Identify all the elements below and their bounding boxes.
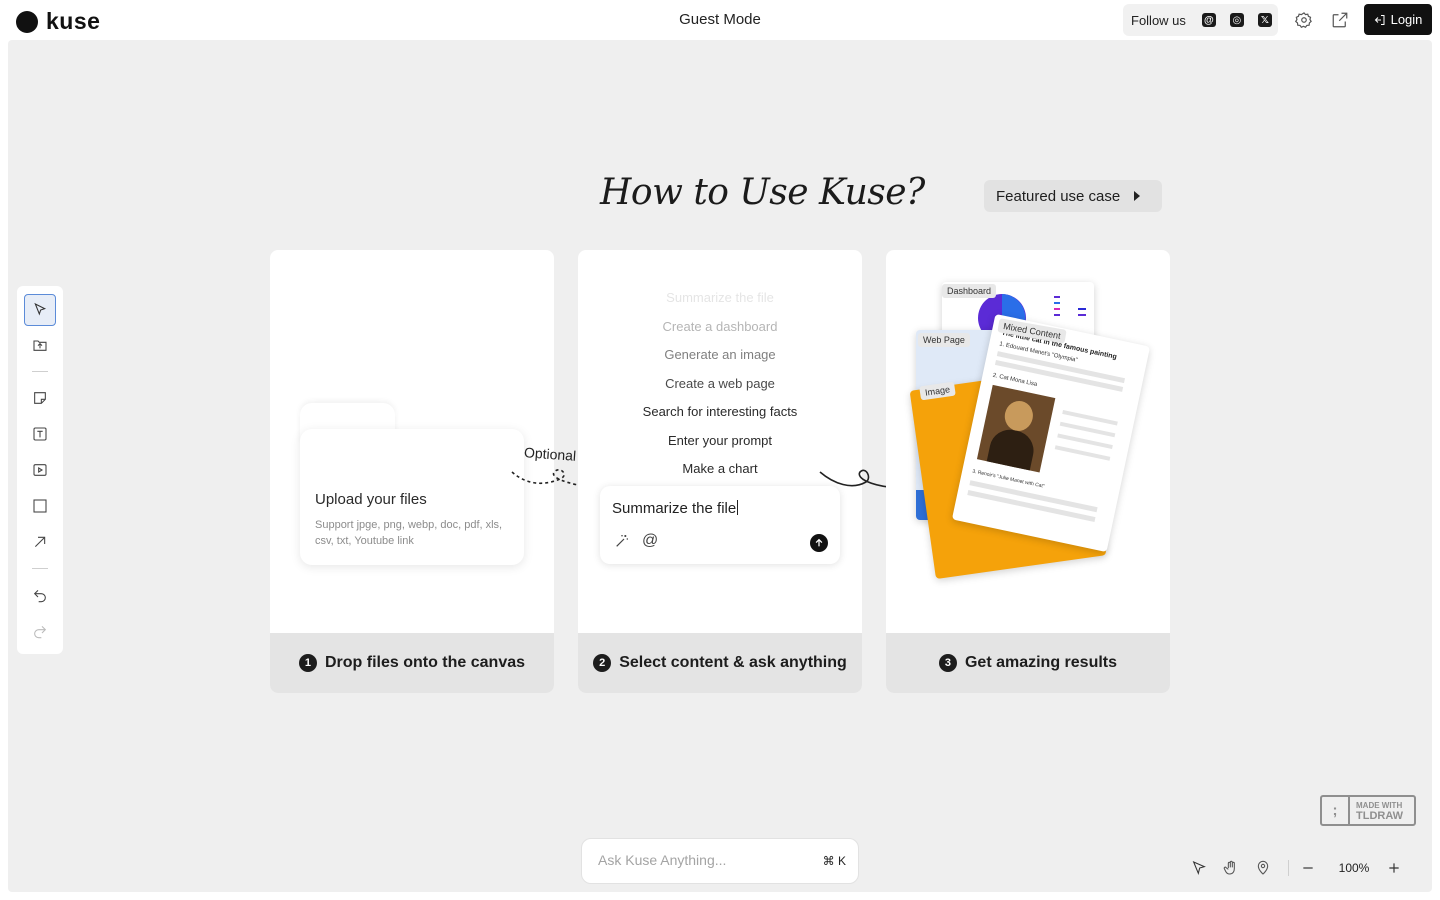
rectangle-icon — [33, 499, 47, 513]
tldraw-name: TLDRAW — [1356, 809, 1404, 822]
step-title: Get amazing results — [964, 654, 1118, 671]
diagonal-arrow-icon — [34, 536, 46, 548]
zoom-level[interactable]: 100% — [1327, 861, 1381, 875]
ask-kuse-input[interactable]: Ask Kuse Anything... ⌘ K — [581, 838, 859, 884]
follow-us-label: Follow us — [1131, 12, 1186, 28]
canvas-controls: 100% — [1186, 856, 1414, 880]
page-title: How to Use Kuse? — [600, 172, 925, 213]
upload-tool-button[interactable] — [24, 329, 56, 361]
settings-gear-icon[interactable] — [1294, 10, 1314, 30]
play-triangle-icon — [1134, 191, 1141, 201]
pointer-mode-button[interactable] — [1186, 857, 1212, 879]
minus-icon — [1303, 867, 1313, 869]
login-icon — [1374, 14, 1385, 25]
video-tool-button[interactable] — [24, 454, 56, 486]
doc-line — [1054, 445, 1111, 461]
kuse-logo[interactable]: kuse — [16, 8, 100, 35]
mona-lisa-cat-image — [976, 384, 1056, 473]
upload-title: Upload your files — [315, 491, 427, 508]
cursor-arrow-icon — [34, 302, 47, 316]
zoom-in-button[interactable] — [1381, 857, 1407, 879]
ask-kuse-placeholder: Ask Kuse Anything... — [598, 852, 727, 868]
follow-us-group: Follow us @ ◎ 𝕏 — [1123, 4, 1278, 36]
step-card-results: Dashboard Web Page Image The little cat … — [886, 250, 1170, 693]
magic-wand-icon[interactable] — [614, 533, 630, 549]
prompt-input-text: Summarize the file — [612, 500, 737, 517]
hand-mode-button[interactable] — [1218, 857, 1244, 879]
step-footer: 2 Select content & ask anything — [578, 633, 862, 693]
text-caret — [737, 500, 739, 515]
play-video-icon — [33, 464, 47, 476]
brand-name: kuse — [46, 8, 101, 34]
prompt-input-box[interactable]: Summarize the file @ — [600, 486, 840, 564]
pointer-icon — [1192, 860, 1206, 876]
results-collage: Dashboard Web Page Image The little cat … — [909, 278, 1152, 580]
upload-subtitle: Support jpge, png, webp, doc, pdf, xls, … — [315, 519, 503, 547]
send-arrow-icon[interactable] — [810, 534, 828, 552]
prompt-item[interactable]: Enter your prompt — [578, 427, 862, 456]
featured-use-case-button[interactable]: Featured use case — [984, 180, 1162, 212]
redo-button[interactable] — [24, 615, 56, 647]
dashboard-label: Dashboard — [942, 284, 997, 298]
step-number: 1 — [298, 654, 317, 672]
step-footer: 3 Get amazing results — [886, 633, 1170, 693]
x-icon[interactable]: 𝕏 — [1257, 13, 1272, 27]
undo-icon — [33, 589, 46, 603]
tldraw-logo-icon: ; — [1322, 797, 1350, 824]
top-bar: kuse Guest Mode Follow us @ ◎ 𝕏 Login — [0, 0, 1440, 40]
login-label: Login — [1390, 12, 1423, 27]
mention-at-icon[interactable]: @ — [642, 532, 658, 550]
login-button[interactable]: Login — [1364, 4, 1432, 35]
made-with-tldraw-badge[interactable]: ; MADE WITH TLDRAW — [1320, 795, 1416, 826]
upload-folder[interactable]: Upload your files Support jpge, png, web… — [300, 403, 524, 565]
featured-use-case-label: Featured use case — [996, 187, 1121, 205]
text-tool-button[interactable] — [24, 418, 56, 450]
rectangle-tool-button[interactable] — [24, 490, 56, 522]
prompt-item[interactable]: Create a web page — [578, 370, 862, 399]
map-pin-icon — [1257, 860, 1269, 875]
guest-mode-label: Guest Mode — [679, 11, 761, 28]
minimap-button[interactable] — [1250, 857, 1276, 879]
note-tool-button[interactable] — [24, 382, 56, 414]
sticky-note-icon — [34, 392, 46, 404]
tldraw-made-with: MADE WITH — [1356, 800, 1403, 810]
plus-icon — [1389, 863, 1399, 873]
upload-folder-icon — [33, 340, 47, 351]
prompt-item[interactable]: Search for interesting facts — [578, 398, 862, 427]
toolbar-divider — [32, 371, 48, 372]
webpage-label: Web Page — [918, 333, 970, 347]
threads-icon[interactable]: @ — [1201, 13, 1216, 27]
toolbar-divider — [32, 568, 48, 569]
arrow-tool-button[interactable] — [24, 526, 56, 558]
undo-button[interactable] — [24, 579, 56, 611]
share-external-icon[interactable] — [1330, 10, 1350, 30]
controls-divider — [1288, 860, 1289, 876]
prompt-item[interactable]: Create a dashboard — [578, 313, 862, 342]
logo-mark-icon — [16, 10, 38, 33]
step-title: Select content & ask anything — [619, 654, 847, 671]
tools-sidebar — [17, 286, 63, 654]
text-box-icon — [33, 427, 47, 441]
step-footer: 1 Drop files onto the canvas — [270, 633, 554, 693]
zoom-out-button[interactable] — [1295, 857, 1321, 879]
step-title: Drop files onto the canvas — [324, 654, 526, 671]
step-number: 2 — [593, 654, 612, 672]
prompt-item[interactable]: Generate an image — [578, 341, 862, 370]
redo-icon — [34, 625, 47, 639]
select-tool-button[interactable] — [24, 294, 56, 326]
prompt-suggestions: Summarize the file Create a dashboard Ge… — [578, 284, 862, 484]
prompt-item[interactable]: Summarize the file — [578, 284, 862, 313]
step-number: 3 — [938, 654, 957, 672]
instagram-icon[interactable]: ◎ — [1229, 13, 1244, 27]
hand-icon — [1223, 860, 1235, 875]
keyboard-shortcut-hint: ⌘ K — [822, 854, 846, 868]
